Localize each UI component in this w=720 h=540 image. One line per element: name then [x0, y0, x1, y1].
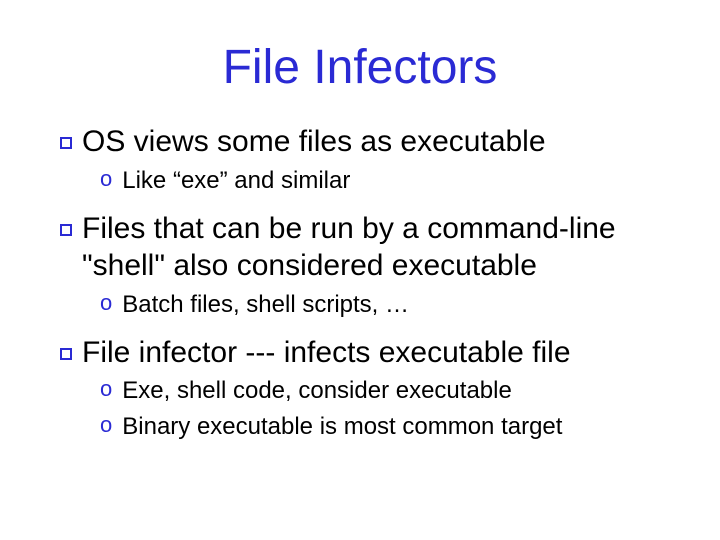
sublist: o Exe, shell code, consider executable o…: [100, 375, 670, 441]
sublist: o Batch files, shell scripts, …: [100, 289, 670, 320]
bullet-text: Files that can be run by a command-line …: [82, 210, 670, 285]
square-bullet-icon: [60, 224, 72, 236]
bullet-level1: File infector --- infects executable fil…: [60, 334, 670, 372]
bullet-text: Binary executable is most common target: [122, 411, 562, 442]
slide-content: OS views some files as executable o Like…: [50, 123, 670, 442]
slide: File Infectors OS views some files as ex…: [0, 0, 720, 540]
bullet-text: Batch files, shell scripts, …: [122, 289, 409, 320]
circle-bullet-icon: o: [100, 289, 112, 318]
square-bullet-icon: [60, 348, 72, 360]
bullet-level2: o Exe, shell code, consider executable: [100, 375, 670, 406]
square-bullet-icon: [60, 137, 72, 149]
bullet-text: File infector --- infects executable fil…: [82, 334, 571, 372]
bullet-text: Like “exe” and similar: [122, 165, 350, 196]
circle-bullet-icon: o: [100, 165, 112, 194]
bullet-text: OS views some files as executable: [82, 123, 546, 161]
circle-bullet-icon: o: [100, 375, 112, 404]
bullet-level2: o Batch files, shell scripts, …: [100, 289, 670, 320]
bullet-level2: o Like “exe” and similar: [100, 165, 670, 196]
slide-title: File Infectors: [50, 40, 670, 95]
bullet-level2: o Binary executable is most common targe…: [100, 411, 670, 442]
bullet-level1: OS views some files as executable: [60, 123, 670, 161]
bullet-level1: Files that can be run by a command-line …: [60, 210, 670, 285]
bullet-text: Exe, shell code, consider executable: [122, 375, 512, 406]
circle-bullet-icon: o: [100, 411, 112, 440]
sublist: o Like “exe” and similar: [100, 165, 670, 196]
